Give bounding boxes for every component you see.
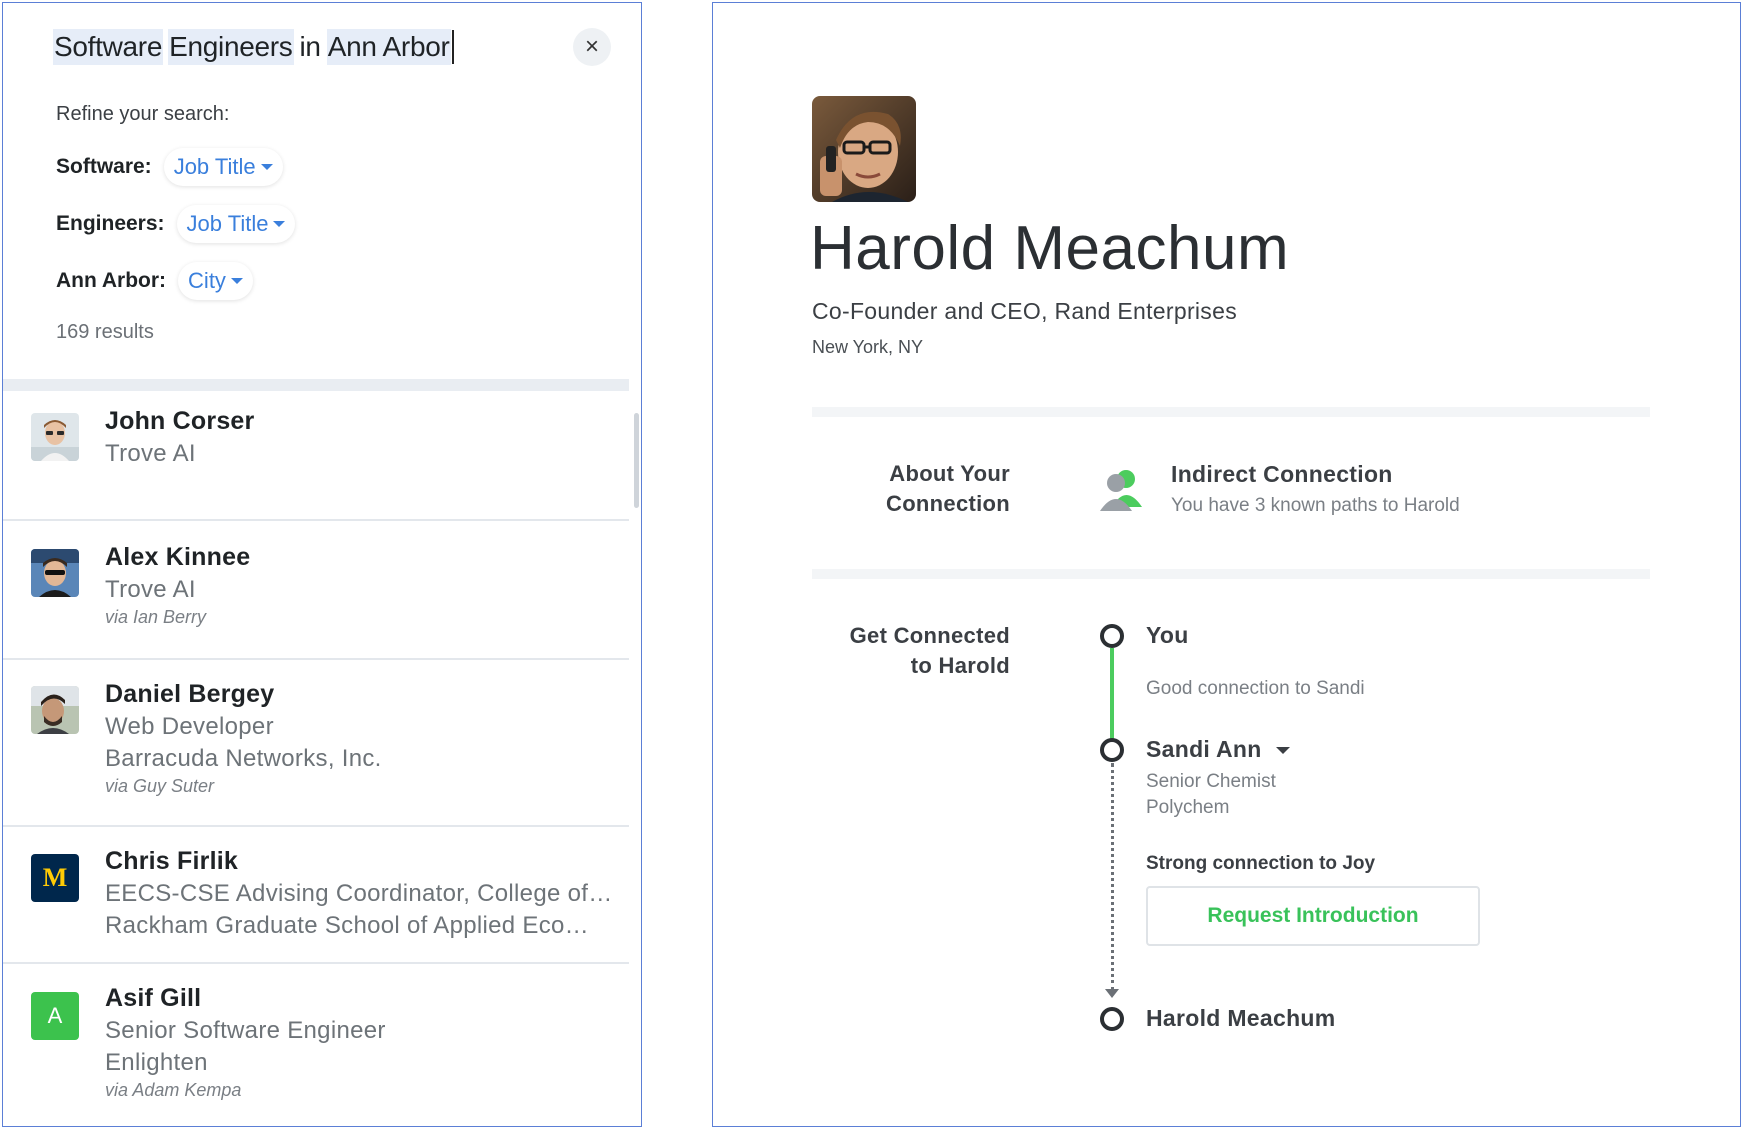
path-node-intermediary: [1100, 738, 1124, 762]
avatar: [31, 549, 79, 597]
refine-row-software: Software: Job Title: [56, 148, 283, 186]
results-divider: [3, 379, 629, 391]
result-info: Asif Gill Senior Software Engineer Enlig…: [105, 984, 619, 1101]
section-divider: [812, 569, 1650, 579]
clear-search-button[interactable]: ×: [573, 28, 611, 66]
refine-row-engineers: Engineers: Job Title: [56, 205, 296, 243]
result-line: Trove AI: [105, 440, 196, 467]
arrow-down-icon: [1105, 989, 1119, 998]
query-token-software[interactable]: Software: [53, 29, 164, 65]
result-line: Web Developer: [105, 713, 274, 740]
result-name: Alex Kinnee: [105, 543, 251, 571]
strong-path-line: [1110, 648, 1114, 748]
profile-name: Harold Meachum: [810, 214, 1290, 283]
refine-term: Engineers:: [56, 212, 165, 235]
profile-location: New York, NY: [812, 337, 924, 357]
path-you-label: You: [1146, 622, 1189, 648]
results-count: 169 results: [56, 321, 154, 343]
path-target-label: Harold Meachum: [1146, 1005, 1336, 1031]
avatar: [31, 686, 79, 734]
indirect-connection-icon: [1098, 465, 1146, 511]
result-info: John Corser Trove AI: [105, 407, 619, 468]
intermediary-title: Senior Chemist: [1146, 771, 1276, 792]
result-item[interactable]: M Chris Firlik EECS-CSE Advising Coordin…: [3, 829, 629, 964]
result-name: Asif Gill: [105, 984, 202, 1012]
close-icon: ×: [584, 33, 599, 60]
result-via: via Ian Berry: [105, 607, 207, 627]
text-cursor: [451, 30, 454, 64]
chip-label: City: [188, 268, 226, 293]
result-line: Trove AI: [105, 576, 196, 603]
intermediary-dropdown[interactable]: Sandi Ann: [1146, 736, 1291, 763]
search-bar[interactable]: Software Engineers in Ann Arbor ×: [53, 23, 611, 71]
path-node-you: [1100, 624, 1124, 648]
result-line: Enlighten: [105, 1049, 208, 1076]
label-line: to Harold: [910, 653, 1010, 678]
refine-heading: Refine your search:: [56, 103, 230, 125]
refine-chip-engineers[interactable]: Job Title: [176, 205, 296, 243]
result-info: Alex Kinnee Trove AI via Ian Berry: [105, 543, 619, 628]
path-node-target: [1100, 1007, 1124, 1031]
refine-term: Software:: [56, 155, 152, 178]
result-item[interactable]: A Asif Gill Senior Software Engineer Enl…: [3, 966, 629, 1126]
path-you-note: Good connection to Sandi: [1146, 678, 1365, 699]
query-token-engineers[interactable]: Engineers: [168, 29, 294, 65]
result-item[interactable]: Daniel Bergey Web Developer Barracuda Ne…: [3, 662, 629, 827]
profile-panel: Harold Meachum Co-Founder and CEO, Rand …: [712, 2, 1741, 1127]
weak-path-line: [1111, 763, 1114, 991]
label-line: Get Connected: [849, 623, 1010, 648]
result-name: John Corser: [105, 407, 255, 435]
intermediary-name: Sandi Ann: [1146, 736, 1262, 762]
avatar-initial: A: [31, 992, 79, 1040]
refine-row-ann-arbor: Ann Arbor: City: [56, 262, 253, 300]
result-via: via Adam Kempa: [105, 1080, 242, 1100]
caret-down-icon: [230, 278, 243, 284]
caret-down-icon: [1276, 747, 1291, 755]
about-connection-label: About Your Connection: [810, 459, 1010, 519]
result-line: Barracuda Networks, Inc.: [105, 745, 382, 772]
chip-label: Job Title: [186, 211, 269, 236]
section-divider: [812, 407, 1650, 417]
refine-chip-software[interactable]: Job Title: [163, 148, 283, 186]
result-item[interactable]: John Corser Trove AI: [3, 391, 629, 521]
profile-title: Co-Founder and CEO, Rand Enterprises: [812, 298, 1238, 324]
intermediary-company: Polychem: [1146, 797, 1230, 818]
result-item[interactable]: Alex Kinnee Trove AI via Ian Berry: [3, 523, 629, 660]
result-via: via Guy Suter: [105, 776, 215, 796]
result-info: Chris Firlik EECS-CSE Advising Coordinat…: [105, 847, 619, 940]
result-name: Daniel Bergey: [105, 680, 275, 708]
intermediary-note: Strong connection to Joy: [1146, 853, 1376, 874]
query-token-in[interactable]: in: [299, 29, 322, 65]
result-info: Daniel Bergey Web Developer Barracuda Ne…: [105, 680, 619, 797]
scrollbar-thumb[interactable]: [634, 413, 639, 508]
label-line: About Your: [889, 461, 1010, 486]
profile-photo: [812, 96, 916, 202]
result-line: Senior Software Engineer: [105, 1017, 386, 1044]
query-token-ann-arbor[interactable]: Ann Arbor: [326, 29, 451, 65]
search-query[interactable]: Software Engineers in Ann Arbor: [53, 29, 454, 65]
refine-chip-ann-arbor[interactable]: City: [178, 262, 253, 300]
result-line: Rackham Graduate School of Applied Eco…: [105, 912, 589, 939]
result-line: EECS-CSE Advising Coordinator, College o…: [105, 880, 613, 907]
refine-term: Ann Arbor:: [56, 269, 167, 292]
search-results-panel: Software Engineers in Ann Arbor × Refine…: [2, 2, 642, 1127]
logo-letter: M: [42, 863, 68, 892]
request-introduction-button[interactable]: Request Introduction: [1146, 886, 1480, 946]
get-connected-label: Get Connected to Harold: [810, 621, 1010, 681]
avatar-letter: A: [47, 1003, 63, 1028]
connection-paths: You have 3 known paths to Harold: [1171, 495, 1460, 516]
caret-down-icon: [260, 164, 273, 170]
avatar: [31, 413, 79, 461]
caret-down-icon: [273, 221, 286, 227]
label-line: Connection: [886, 491, 1010, 516]
chip-label: Job Title: [173, 154, 256, 179]
university-logo: M: [31, 854, 79, 902]
connection-type: Indirect Connection: [1171, 461, 1393, 487]
result-name: Chris Firlik: [105, 847, 238, 875]
